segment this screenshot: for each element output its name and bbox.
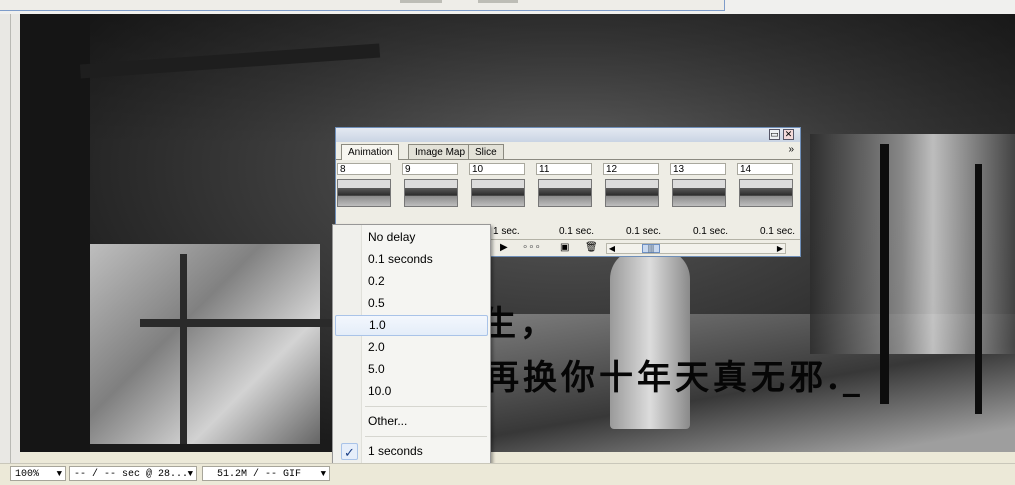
top-toolbar-strip <box>0 0 1015 14</box>
frame-delay-dropdown[interactable]: 0.1 sec. <box>737 226 795 237</box>
frame-number: 11 <box>536 163 592 175</box>
window-frame <box>140 319 340 327</box>
tab-image-map[interactable]: Image Map <box>408 144 473 159</box>
animation-frame[interactable]: 13 <box>670 163 728 229</box>
frame-thumbnail <box>672 179 726 207</box>
menu-separator <box>365 436 487 437</box>
frame-number: 8 <box>337 163 391 175</box>
timing-value: -- / -- sec @ 28... <box>74 469 189 480</box>
dark-pillar <box>20 14 90 452</box>
frame-number: 10 <box>469 163 525 175</box>
corridor-post <box>975 164 982 414</box>
window-light <box>90 244 320 444</box>
poem-line-2: 再换你十年天真无邪._ <box>485 358 864 398</box>
chevron-down-icon: ▼ <box>56 469 62 479</box>
minimize-icon[interactable]: ▭ <box>769 129 780 140</box>
menu-item-5-0[interactable]: 5.0 <box>335 359 488 380</box>
play-icon[interactable]: ▶ <box>500 242 508 254</box>
corridor-depth <box>810 134 1015 354</box>
frame-delay-dropdown[interactable]: 0.1 sec. <box>670 226 728 237</box>
scrollbar-thumb[interactable]: ||| <box>642 244 660 253</box>
frame-number: 12 <box>603 163 659 175</box>
scroll-right-icon[interactable]: ▶ <box>775 244 785 253</box>
tab-animation[interactable]: Animation <box>341 144 400 160</box>
animation-frame[interactable]: 12 <box>603 163 661 229</box>
delete-frame-icon[interactable]: 🗑 <box>585 242 598 254</box>
size-dropdown[interactable]: 51.2M / -- GIF ▼ <box>202 466 330 481</box>
toolbar-control-stub[interactable] <box>478 0 518 3</box>
frame-thumbnail <box>471 179 525 207</box>
frame-number: 9 <box>402 163 458 175</box>
close-icon[interactable]: ✕ <box>783 129 794 140</box>
poem-line-1: 生， <box>482 304 558 344</box>
menu-item-2-0[interactable]: 2.0 <box>335 337 488 358</box>
panel-titlebar[interactable]: ▭ ✕ <box>336 128 800 142</box>
menu-item-0-5[interactable]: 0.5 <box>335 293 488 314</box>
menu-item-1-0[interactable]: 1.0 <box>335 315 488 336</box>
toolbar-control-stub[interactable] <box>400 0 442 3</box>
chevron-down-icon: ▼ <box>187 469 193 479</box>
animation-frame[interactable]: 14 <box>737 163 795 229</box>
timing-dropdown[interactable]: -- / -- sec @ 28... ▼ <box>69 466 197 481</box>
zoom-value: 100% <box>15 469 40 480</box>
frame-thumbnail <box>605 179 659 207</box>
menu-item-10-0[interactable]: 10.0 <box>335 381 488 402</box>
frame-thumbnail <box>538 179 592 207</box>
figure-dress <box>610 249 690 429</box>
zoom-dropdown[interactable]: 100% ▼ <box>10 466 66 481</box>
frame-delay-dropdown[interactable]: 0.1 sec. <box>603 226 661 237</box>
frame-thumbnail <box>404 179 458 207</box>
new-frame-icon[interactable]: ▣ <box>560 242 569 254</box>
corridor-post <box>880 144 889 404</box>
frame-number: 14 <box>737 163 793 175</box>
panel-menu-icon[interactable]: » <box>788 144 794 155</box>
frame-delay-dropdown[interactable]: 0.1 sec. <box>536 226 594 237</box>
frame-thumbnail <box>739 179 793 207</box>
panel-tabs: Animation Image Map Slice <box>336 143 800 160</box>
menu-item-0-1-seconds[interactable]: 0.1 seconds <box>335 249 488 270</box>
animation-frame[interactable]: 10 <box>469 163 527 229</box>
frame-delay-menu: No delay 0.1 seconds 0.2 0.5 1.0 2.0 5.0… <box>332 224 491 465</box>
ceiling-beam <box>79 43 381 79</box>
menu-item-current-delay[interactable]: ✓ 1 seconds <box>335 441 488 462</box>
animation-frame[interactable]: 8 <box>337 163 391 229</box>
menu-item-other[interactable]: Other... <box>335 411 488 432</box>
checkmark-icon: ✓ <box>341 443 358 460</box>
left-ruler <box>0 14 20 464</box>
tab-slice[interactable]: Slice <box>468 144 504 159</box>
animation-frame[interactable]: 11 <box>536 163 594 229</box>
ruler-line <box>10 14 11 464</box>
status-bar: 100% ▼ -- / -- sec @ 28... ▼ 51.2M / -- … <box>0 463 1015 485</box>
scroll-left-icon[interactable]: ◀ <box>607 244 617 253</box>
size-value: 51.2M / -- GIF <box>217 469 302 480</box>
menu-item-no-delay[interactable]: No delay <box>335 227 488 248</box>
options-panel-edge <box>0 0 725 11</box>
tween-icon[interactable]: ∘∘∘ <box>522 242 541 254</box>
menu-separator <box>365 406 487 407</box>
frames-scrollbar[interactable]: ◀ ||| ▶ <box>606 243 786 254</box>
chevron-down-icon: ▼ <box>320 469 326 479</box>
window-frame <box>180 254 187 444</box>
frame-number: 13 <box>670 163 726 175</box>
animation-frame[interactable]: 9 <box>402 163 460 229</box>
frame-thumbnail <box>337 179 391 207</box>
current-delay-label: 1 seconds <box>368 444 423 458</box>
menu-item-0-2[interactable]: 0.2 <box>335 271 488 292</box>
